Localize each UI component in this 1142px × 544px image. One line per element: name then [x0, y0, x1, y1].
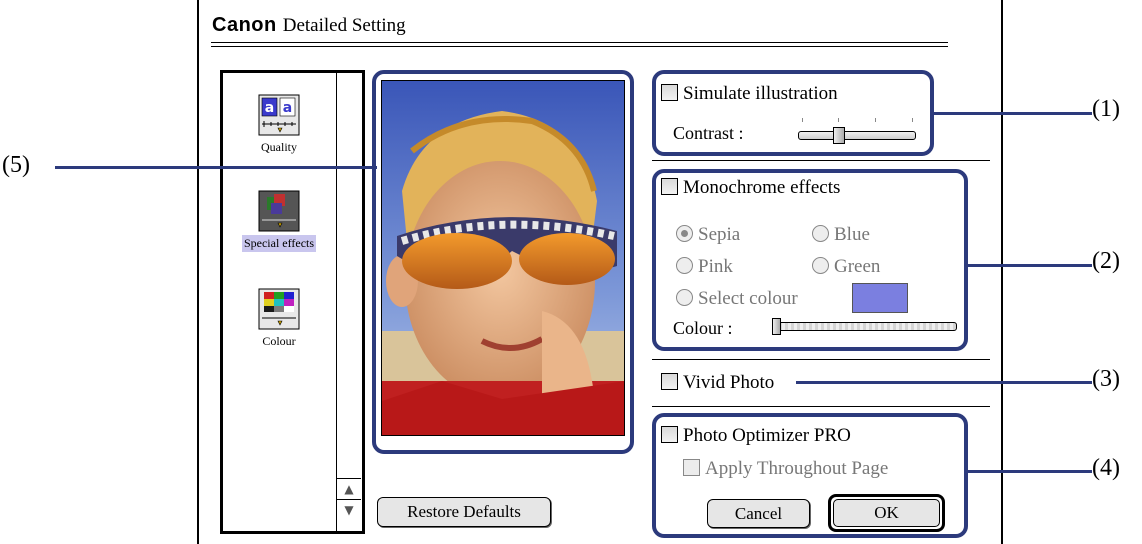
radio-blue[interactable]: Blue: [812, 224, 870, 246]
divider: [652, 406, 990, 407]
radio-label: Green: [834, 256, 881, 277]
boy-with-sunglasses-photo: [382, 81, 624, 435]
contrast-tick: [802, 118, 803, 122]
sidebar-scrollbar[interactable]: [336, 73, 362, 531]
contrast-tick: [875, 118, 876, 122]
simulate-illustration-checkbox[interactable]: Simulate illustration: [661, 83, 838, 105]
colour-label: Colour :: [673, 318, 733, 338]
radio-label: Select colour: [698, 288, 798, 309]
photo-optimizer-checkbox[interactable]: Photo Optimizer PRO: [661, 425, 851, 447]
dialog-title: Canon Detailed Setting: [212, 14, 406, 38]
radio-icon[interactable]: [812, 257, 829, 274]
radio-selected-icon[interactable]: [676, 225, 693, 242]
radio-green[interactable]: Green: [812, 256, 880, 278]
callout-label-5: (5): [2, 152, 30, 178]
sidebar-item-colour[interactable]: Colour: [220, 288, 338, 350]
radio-label: Blue: [834, 224, 870, 245]
ok-button-label: OK: [833, 499, 940, 527]
ok-button[interactable]: OK: [828, 494, 945, 532]
monochrome-effects-label: Monochrome effects: [683, 177, 841, 198]
callout-line-2: [968, 264, 1092, 267]
radio-pink[interactable]: Pink: [676, 256, 733, 278]
vivid-photo-checkbox[interactable]: Vivid Photo: [661, 372, 774, 394]
callout-line-4: [968, 470, 1092, 473]
callout-line-5: [55, 166, 377, 169]
apply-throughout-page-label: Apply Throughout Page: [705, 458, 889, 479]
svg-text:a: a: [265, 100, 274, 116]
contrast-tick: [912, 118, 913, 122]
callout-label-3: (3): [1092, 366, 1120, 392]
radio-label: Pink: [698, 256, 733, 277]
vivid-photo-label: Vivid Photo: [683, 372, 775, 393]
cancel-button[interactable]: Cancel: [707, 499, 810, 528]
colour-slider-track[interactable]: [772, 322, 957, 331]
apply-throughout-page-checkbox[interactable]: Apply Throughout Page: [683, 458, 888, 480]
callout-label-2: (2): [1092, 248, 1120, 274]
title-rule-2: [211, 46, 948, 47]
colour-slider-thumb[interactable]: [772, 318, 781, 335]
simulate-illustration-label: Simulate illustration: [683, 83, 838, 104]
canon-logo: Canon: [212, 14, 277, 36]
callout-line-1: [934, 112, 1092, 115]
sidebar-item-label: Colour: [262, 334, 296, 348]
radio-label: Sepia: [698, 224, 741, 245]
callout-label-1: (1): [1092, 96, 1120, 122]
colour-swatch[interactable]: [852, 283, 908, 313]
contrast-slider-thumb[interactable]: [833, 127, 845, 144]
callout-label-4: (4): [1092, 455, 1120, 481]
radio-icon[interactable]: [676, 289, 693, 306]
sidebar-item-label: Quality: [261, 140, 297, 154]
scroll-up-arrow-icon[interactable]: ▲: [337, 478, 361, 500]
title-rule: [211, 42, 948, 43]
contrast-label: Contrast :: [673, 123, 744, 143]
sidebar-item-quality[interactable]: a a Quality: [220, 94, 338, 156]
quality-icon: a a: [258, 94, 300, 136]
divider: [652, 160, 990, 161]
colour-icon: [258, 288, 300, 330]
restore-defaults-button[interactable]: Restore Defaults: [377, 497, 551, 527]
dialog-title-text: Detailed Setting: [282, 15, 406, 36]
sidebar-item-label: Special effects: [241, 235, 317, 252]
scroll-down-arrow-icon[interactable]: ▼: [337, 499, 361, 521]
checkbox-icon[interactable]: [683, 459, 700, 476]
checkbox-icon[interactable]: [661, 178, 678, 195]
special-effects-icon: [258, 190, 300, 232]
divider: [652, 359, 990, 360]
checkbox-icon[interactable]: [661, 84, 678, 101]
contrast-slider-track[interactable]: [798, 131, 916, 140]
checkbox-icon[interactable]: [661, 373, 678, 390]
monochrome-effects-checkbox[interactable]: Monochrome effects: [661, 177, 840, 199]
radio-sepia[interactable]: Sepia: [676, 224, 740, 246]
checkbox-icon[interactable]: [661, 426, 678, 443]
radio-select-colour[interactable]: Select colour: [676, 288, 798, 310]
preview-image: [381, 80, 625, 436]
radio-icon[interactable]: [676, 257, 693, 274]
radio-icon[interactable]: [812, 225, 829, 242]
svg-text:a: a: [283, 100, 292, 116]
sidebar-item-special-effects[interactable]: Special effects: [217, 190, 341, 252]
photo-optimizer-label: Photo Optimizer PRO: [683, 425, 851, 446]
contrast-tick: [838, 118, 839, 122]
callout-line-3: [796, 381, 1092, 384]
